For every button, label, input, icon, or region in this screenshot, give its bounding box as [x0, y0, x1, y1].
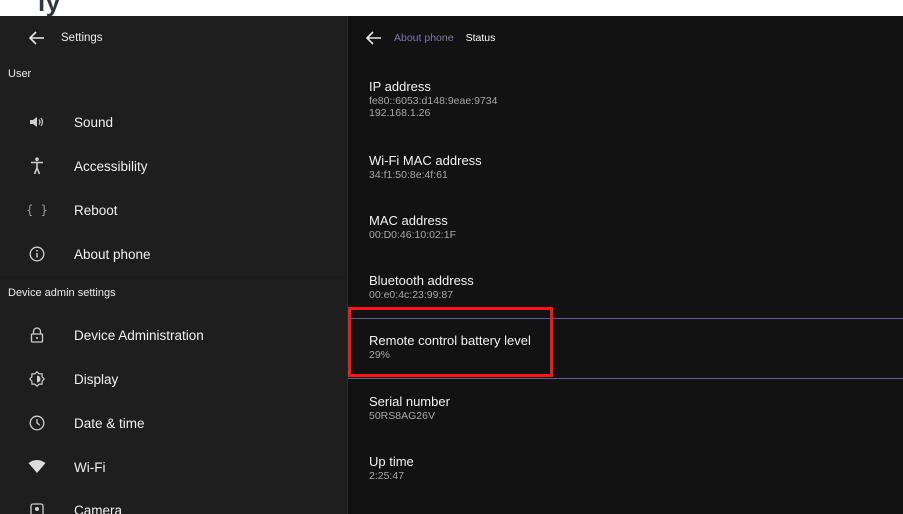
sidebar-item-label: Display — [74, 371, 119, 387]
sidebar-item-label: Wi-Fi — [74, 459, 106, 475]
sidebar-item-label: Accessibility — [74, 158, 148, 174]
status-header: About phone Status — [348, 16, 903, 60]
camera-icon — [24, 502, 50, 514]
status-item-value: fe80::6053:d148:9eae:9734 — [369, 95, 498, 107]
breadcrumb-about-phone[interactable]: About phone — [394, 32, 454, 44]
sidebar-item-reboot[interactable]: { } Reboot — [0, 190, 347, 230]
arrow-left-icon[interactable] — [364, 28, 384, 48]
sidebar-item-display[interactable]: Display — [0, 359, 347, 399]
sidebar-item-label: Date & time — [74, 415, 145, 431]
status-item-serial-number[interactable]: Serial number 50RS8AG26V — [369, 394, 889, 422]
status-item-title: Wi-Fi MAC address — [369, 153, 482, 168]
sidebar-item-label: Sound — [74, 114, 114, 130]
status-item-bluetooth-address[interactable]: Bluetooth address 00:e0:4c:23:99:87 — [369, 273, 889, 301]
status-item-value: 00:e0:4c:23:99:87 — [369, 289, 454, 301]
status-panel: About phone Status IP address fe80::6053… — [348, 16, 903, 514]
wifi-icon — [24, 460, 50, 474]
sidebar-item-camera[interactable]: Camera — [0, 490, 347, 514]
lock-icon — [24, 327, 50, 343]
status-item-value: 34:f1:50:8e:4f:61 — [369, 169, 448, 181]
screen: ly Settings User Sound Accessibility { }… — [0, 0, 903, 514]
status-item-title: MAC address — [369, 213, 448, 228]
sidebar-item-label: About phone — [74, 246, 151, 262]
section-admin-heading: Device admin settings — [8, 287, 116, 299]
status-item-value: 50RS8AG26V — [369, 410, 435, 422]
sidebar-item-sound[interactable]: Sound — [0, 102, 347, 142]
sidebar-item-label: Device Administration — [74, 327, 204, 343]
braces-icon: { } — [26, 203, 48, 217]
status-item-value: 00:D0:46:10:02:1F — [369, 229, 456, 241]
page-title: Status — [465, 32, 496, 44]
brightness-icon — [24, 371, 50, 387]
focus-line-bottom — [348, 378, 903, 379]
sidebar-item-about-phone[interactable]: About phone — [0, 234, 347, 274]
top-strip: ly — [0, 0, 903, 16]
info-icon — [24, 246, 50, 262]
status-item-mac-address[interactable]: MAC address 00:D0:46:10:02:1F — [369, 213, 889, 241]
section-divider — [0, 277, 347, 278]
sidebar-header: Settings — [0, 16, 347, 60]
sidebar-item-label: Reboot — [74, 202, 118, 218]
sidebar-item-accessibility[interactable]: Accessibility — [0, 146, 347, 186]
clock-icon — [24, 415, 50, 431]
cropped-heading-fragment: ly — [38, 0, 61, 16]
accessibility-icon — [24, 157, 50, 175]
status-item-ip-address[interactable]: IP address fe80::6053:d148:9eae:9734 192… — [369, 79, 889, 119]
status-item-value: 2:25:47 — [369, 470, 405, 482]
status-item-title: Up time — [369, 454, 414, 469]
section-user-heading: User — [8, 68, 32, 80]
status-item-title: IP address — [369, 79, 431, 94]
status-item-wifi-mac[interactable]: Wi-Fi MAC address 34:f1:50:8e:4f:61 — [369, 153, 889, 181]
arrow-left-icon[interactable] — [27, 28, 47, 48]
settings-sidebar: Settings User Sound Accessibility { } Re… — [0, 16, 347, 514]
status-item-up-time[interactable]: Up time 2:25:47 — [369, 454, 889, 482]
status-item-title: Serial number — [369, 394, 450, 409]
status-item-value: 192.168.1.26 — [369, 107, 431, 119]
sidebar-item-device-administration[interactable]: Device Administration — [0, 315, 347, 355]
sidebar-title: Settings — [61, 32, 103, 44]
status-item-title: Bluetooth address — [369, 273, 474, 288]
volume-icon — [24, 115, 50, 129]
sidebar-item-wifi[interactable]: Wi-Fi — [0, 447, 347, 487]
highlight-box — [348, 307, 553, 377]
sidebar-item-label: Camera — [74, 502, 123, 514]
sidebar-item-date-time[interactable]: Date & time — [0, 403, 347, 443]
